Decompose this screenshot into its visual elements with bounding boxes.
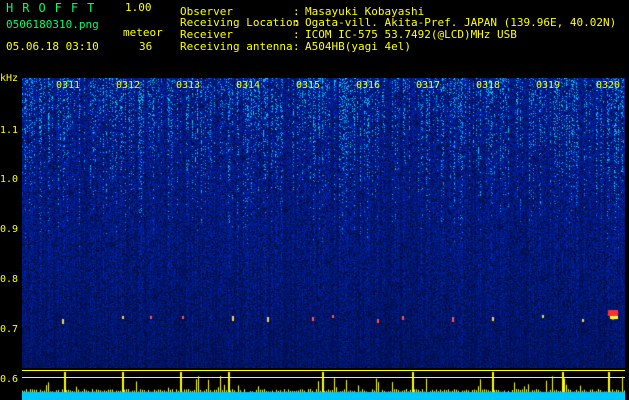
time-tick-label: 0318 (476, 80, 501, 91)
image-filename: 0506180310.png (6, 18, 99, 31)
time-tick-label: 0316 (356, 80, 381, 91)
time-tick-label: 0312 (116, 80, 141, 91)
y-tick-label: 1.1 (0, 125, 19, 136)
meteor-label: meteor (123, 26, 163, 39)
time-tick-label: 0314 (236, 80, 261, 91)
y-tick-label: 0.6 (0, 374, 19, 385)
app-logo: HROFFT (6, 1, 104, 15)
app-version: 1.00 (125, 1, 152, 14)
activity-strip (22, 368, 625, 400)
y-tick-label: 1.0 (0, 174, 19, 185)
y-axis-unit: kHz (0, 73, 19, 84)
antenna-label: Receiving antenna (180, 40, 293, 53)
time-tick-label: 0317 (416, 80, 441, 91)
reference-line (22, 377, 625, 378)
y-tick-label: 0.8 (0, 274, 19, 285)
time-tick-label: 0311 (56, 80, 81, 91)
time-tick-label: 0313 (176, 80, 201, 91)
antenna-separator: : (293, 40, 300, 53)
time-tick-label: 0320 (596, 80, 621, 91)
antenna-value: A504HB(yagi 4el) (305, 40, 411, 53)
meteor-count: 36 (139, 40, 153, 53)
reference-line (22, 370, 625, 371)
y-tick-label: 0.9 (0, 224, 19, 235)
y-tick-label: 0.7 (0, 324, 19, 335)
observation-timestamp: 05.06.18 03:10 (6, 40, 99, 53)
time-tick-label: 0315 (296, 80, 321, 91)
spectrogram-plot (22, 78, 625, 400)
spectrogram-canvas (22, 78, 625, 368)
time-tick-label: 0319 (536, 80, 561, 91)
hrofft-window: HROFFT 1.00 0506180310.png meteor 05.06.… (0, 0, 629, 400)
